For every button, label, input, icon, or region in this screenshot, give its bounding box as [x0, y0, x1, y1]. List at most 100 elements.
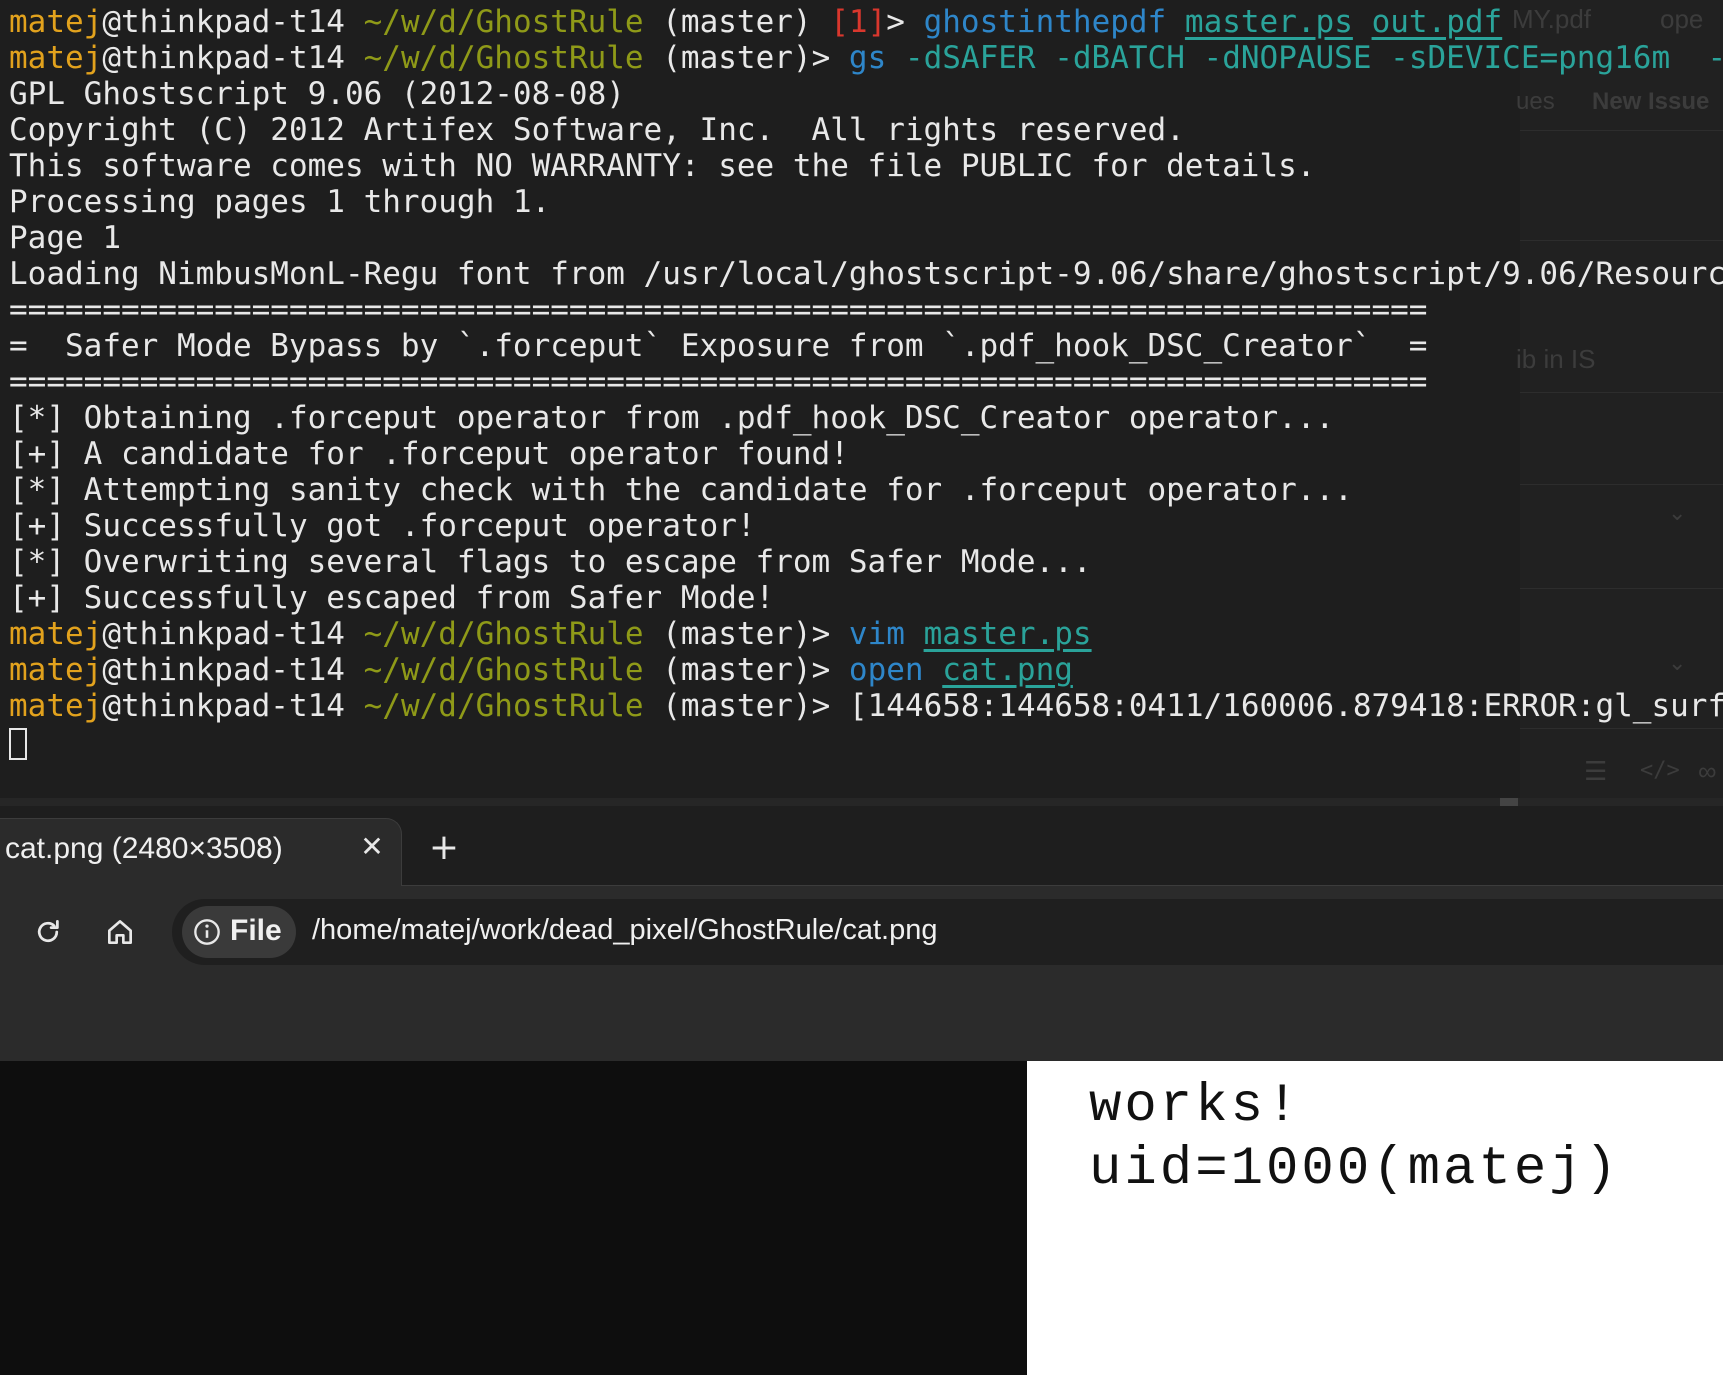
output-text: = Safer Mode Bypass by `.forceput` Expos…	[9, 328, 1428, 364]
terminal-prompt-line: matej@thinkpad-t14 ~/w/d/GhostRule (mast…	[9, 616, 1723, 652]
command-argument: out.pdf	[1371, 4, 1503, 40]
terminal-output-line: Page 1	[9, 220, 1723, 256]
terminal-output-line: [*] Attempting sanity check with the can…	[9, 472, 1723, 508]
new-tab-button[interactable]: +	[424, 828, 464, 868]
command-argument: master.ps	[923, 616, 1092, 652]
terminal-output-line: Loading NimbusMonL-Regu font from /usr/l…	[9, 256, 1723, 292]
browser-window: cat.png (2480×3508) ✕ + File /home/matej…	[0, 806, 1723, 1375]
command: gs	[848, 40, 887, 76]
prompt-host: @thinkpad-t14	[102, 616, 345, 652]
prompt-symbol: >	[811, 40, 849, 76]
command: vim	[848, 616, 905, 652]
terminal-window[interactable]: MY.pdf ope ues New Issue ib in IS ⌄ ⌄ ☰ …	[0, 0, 1723, 806]
terminal-output-line: This software comes with NO WARRANTY: se…	[9, 148, 1723, 184]
prompt-user: matej	[9, 616, 103, 652]
content-area	[0, 978, 1723, 1061]
prompt-host: @thinkpad-t14	[102, 40, 345, 76]
divider	[1520, 728, 1723, 729]
output-text: Page 1	[9, 220, 121, 256]
inline-output: [144658:144658:0411/160006.879418:ERROR:…	[848, 688, 1723, 724]
prompt-user: matej	[9, 652, 103, 688]
terminal-output-line: ========================================…	[9, 364, 1723, 400]
rendered-image: works! uid=1000(matej)	[1027, 1061, 1723, 1375]
terminal-bottom-border	[0, 798, 1723, 806]
terminal-scrollbar[interactable]	[1500, 798, 1518, 806]
reload-button[interactable]	[20, 904, 76, 960]
info-icon	[194, 919, 220, 945]
output-text: [+] Successfully escaped from Safer Mode…	[9, 580, 775, 616]
output-text: [+] A candidate for .forceput operator f…	[9, 436, 849, 472]
output-text: Processing pages 1 through 1.	[9, 184, 551, 220]
cursor-block	[9, 728, 27, 760]
output-text: [*] Overwriting several flags to escape …	[9, 544, 1092, 580]
output-text: Copyright (C) 2012 Artifex Software, Inc…	[9, 112, 1185, 148]
prompt-path: ~/w/d/GhostRule	[363, 616, 644, 652]
prompt-user: matej	[9, 4, 103, 40]
terminal-output-line: [+] A candidate for .forceput operator f…	[9, 436, 1723, 472]
exit-status: [1]	[830, 4, 887, 40]
terminal-output-line: ========================================…	[9, 292, 1723, 328]
output-text: [*] Obtaining .forceput operator from .p…	[9, 400, 1335, 436]
command: open	[848, 652, 924, 688]
address-bar[interactable]: File /home/matej/work/dead_pixel/GhostRu…	[172, 899, 1723, 965]
output-text: GPL Ghostscript 9.06 (2012-08-08)	[9, 76, 625, 112]
prompt-symbol: >	[811, 652, 849, 688]
prompt-path: ~/w/d/GhostRule	[363, 652, 644, 688]
output-text: This software comes with NO WARRANTY: se…	[9, 148, 1316, 184]
image-text-line: uid=1000(matej)	[1089, 1139, 1621, 1200]
site-chip-label: File	[230, 914, 282, 947]
output-text: [*] Attempting sanity check with the can…	[9, 472, 1353, 508]
prompt-user: matej	[9, 40, 103, 76]
image-viewer: works! uid=1000(matej)	[0, 1061, 1723, 1375]
prompt-user: matej	[9, 688, 103, 724]
terminal-prompt-line: matej@thinkpad-t14 ~/w/d/GhostRule (mast…	[9, 652, 1723, 688]
prompt-path: ~/w/d/GhostRule	[363, 40, 644, 76]
terminal-output-line: [+] Successfully escaped from Safer Mode…	[9, 580, 1723, 616]
tab-cat-png[interactable]: cat.png (2480×3508) ✕	[0, 818, 402, 886]
close-icon[interactable]: ✕	[356, 831, 388, 863]
image-text: works! uid=1000(matej)	[1089, 1075, 1620, 1201]
list-icon: ☰	[1584, 756, 1608, 786]
prompt-branch: (master)	[643, 40, 812, 76]
tab-strip: cat.png (2480×3508) ✕ +	[0, 806, 1723, 886]
terminal-output-line: Copyright (C) 2012 Artifex Software, Inc…	[9, 112, 1723, 148]
prompt-branch: (master)	[643, 4, 812, 40]
command-argument: cat.png	[942, 652, 1073, 688]
terminal-output-line: GPL Ghostscript 9.06 (2012-08-08)	[9, 76, 1723, 112]
image-text-line: works!	[1089, 1076, 1302, 1137]
terminal-output-line: [*] Obtaining .forceput operator from .p…	[9, 400, 1723, 436]
prompt-symbol: >	[886, 4, 924, 40]
terminal-output-line: [*] Overwriting several flags to escape …	[9, 544, 1723, 580]
command-argument: master.ps	[1184, 4, 1353, 40]
prompt-symbol: >	[811, 688, 849, 724]
link-icon: ∞	[1698, 756, 1717, 786]
terminal-prompt-line: matej@thinkpad-t14 ~/w/d/GhostRule (mast…	[9, 688, 1723, 724]
prompt-host: @thinkpad-t14	[102, 688, 345, 724]
command-flags: -dSAFER -dBATCH -dNOPAUSE -sDEVICE=png16…	[904, 40, 1723, 76]
terminal-output-line: Processing pages 1 through 1.	[9, 184, 1723, 220]
prompt-host: @thinkpad-t14	[102, 4, 345, 40]
home-button[interactable]	[92, 904, 148, 960]
command: ghostinthepdf	[923, 4, 1167, 40]
terminal-output: matej@thinkpad-t14 ~/w/d/GhostRule (mast…	[9, 4, 1723, 724]
prompt-branch: (master)	[643, 688, 812, 724]
prompt-path: ~/w/d/GhostRule	[363, 688, 644, 724]
prompt-branch: (master)	[643, 616, 812, 652]
terminal-prompt-line: matej@thinkpad-t14 ~/w/d/GhostRule (mast…	[9, 4, 1723, 40]
terminal-prompt-line: matej@thinkpad-t14 ~/w/d/GhostRule (mast…	[9, 40, 1723, 76]
prompt-symbol: >	[811, 616, 849, 652]
url-text[interactable]: /home/matej/work/dead_pixel/GhostRule/ca…	[312, 914, 937, 947]
home-icon	[108, 920, 132, 944]
output-text: Loading NimbusMonL-Regu font from /usr/l…	[9, 256, 1723, 292]
